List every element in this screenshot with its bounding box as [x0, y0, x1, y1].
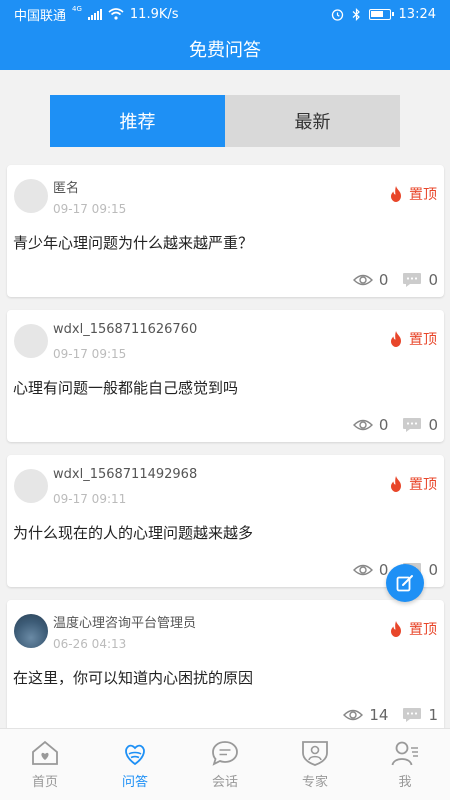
nav-label: 问答 [121, 775, 148, 790]
comment-count-value: 0 [428, 416, 438, 434]
chat-icon [212, 741, 238, 766]
post-stats: 14 1 [343, 706, 438, 724]
nav-label: 我 [398, 775, 412, 790]
post-question: 在这里，你可以知道内心困扰的原因 [13, 669, 254, 687]
pinned-badge: 置顶 [389, 184, 437, 204]
clock: 13:24 [398, 6, 436, 22]
view-count: 0 [352, 416, 389, 434]
post-card[interactable]: wdxl_1568711626760 09-17 09:15 置顶 心理有问题一… [7, 310, 444, 442]
tab-latest[interactable]: 最新 [225, 95, 400, 147]
pinned-label: 置顶 [409, 332, 437, 348]
post-question: 心理有问题一般都能自己感觉到吗 [13, 379, 239, 397]
pinned-badge: 置顶 [389, 329, 437, 349]
flame-icon [391, 476, 401, 492]
comment-count-value: 0 [428, 271, 438, 289]
post-time: 09-17 09:15 [53, 347, 127, 361]
post-card[interactable]: 温度心理咨询平台管理员 06-26 04:13 置顶 在这里，你可以知道内心困扰… [7, 600, 444, 732]
title-bar: 免费问答 [0, 28, 450, 70]
bluetooth-icon [352, 7, 360, 21]
nav-label: 专家 [301, 775, 328, 790]
eye-icon [352, 419, 373, 431]
view-count-value: 14 [369, 706, 389, 724]
eye-icon [352, 564, 373, 576]
post-user: 温度心理咨询平台管理员 [53, 616, 197, 631]
post-stats: 0 0 [352, 271, 438, 289]
avatar [14, 614, 48, 648]
comment-icon [403, 273, 422, 287]
eye-icon [343, 709, 364, 721]
post-user: wdxl_1568711492968 [53, 467, 198, 482]
view-count-value: 0 [378, 416, 389, 434]
nav-label: 首页 [31, 775, 58, 790]
eye-icon [352, 274, 373, 286]
comment-icon [403, 418, 422, 432]
tab-recommended[interactable]: 推荐 [50, 95, 225, 147]
nav-home[interactable]: 首页 [0, 729, 90, 800]
qa-icon [125, 744, 145, 766]
network-speed: 11.9K/s [129, 6, 179, 22]
pinned-label: 置顶 [409, 187, 437, 203]
alarm-icon [331, 8, 343, 21]
pinned-badge: 置顶 [389, 619, 437, 639]
comment-count: 0 [402, 271, 438, 289]
wifi-icon [108, 8, 124, 20]
tab-label: 最新 [294, 112, 331, 133]
status-bar: 中国联通 4G 11.9K/s 13:24 [0, 0, 450, 28]
nav-me[interactable]: 我 [360, 729, 450, 800]
page-title: 免费问答 [189, 40, 261, 61]
comment-count-value: 0 [428, 561, 438, 579]
tab-bar: 推荐 最新 [50, 95, 400, 147]
comment-count-value: 1 [428, 706, 438, 724]
view-count: 0 [352, 271, 389, 289]
pinned-label: 置顶 [409, 477, 437, 493]
post-user: 匿名 [53, 181, 80, 196]
carrier-label: 中国联通 [14, 8, 67, 24]
me-icon [391, 741, 418, 766]
nav-label: 会话 [211, 775, 238, 790]
pinned-label: 置顶 [409, 622, 437, 638]
battery-icon [368, 8, 394, 20]
post-question: 为什么现在的人的心理问题越来越多 [13, 524, 254, 542]
signal-icon [87, 8, 102, 20]
avatar [14, 469, 48, 503]
comment-count: 0 [402, 416, 438, 434]
post-question: 青少年心理问题为什么越来越严重？ [13, 234, 254, 252]
post-time: 06-26 04:13 [53, 637, 127, 651]
edit-icon [396, 575, 413, 592]
avatar [14, 324, 48, 358]
expert-icon [302, 741, 328, 766]
post-card[interactable]: wdxl_1568711492968 09-17 09:11 置顶 为什么现在的… [7, 455, 444, 587]
nav-expert[interactable]: 专家 [270, 729, 360, 800]
bottom-nav: 首页 问答 会话 专家 我 [0, 728, 450, 800]
flame-icon [391, 186, 401, 202]
comment-count: 1 [402, 706, 438, 724]
comment-icon [403, 708, 422, 722]
post-time: 09-17 09:15 [53, 202, 127, 216]
post-user: wdxl_1568711626760 [53, 322, 198, 337]
nav-qa[interactable]: 问答 [90, 729, 180, 800]
post-time: 09-17 09:11 [53, 492, 127, 506]
home-icon [32, 740, 58, 765]
post-card[interactable]: 匿名 09-17 09:15 置顶 青少年心理问题为什么越来越严重？ 0 0 [7, 165, 444, 297]
view-count-value: 0 [378, 271, 389, 289]
nav-chat[interactable]: 会话 [180, 729, 270, 800]
compose-button[interactable] [386, 564, 424, 602]
tab-label: 推荐 [119, 112, 156, 133]
view-count: 0 [352, 561, 388, 579]
pinned-badge: 置顶 [389, 474, 437, 494]
network-badge: 4G [72, 4, 82, 13]
view-count: 14 [343, 706, 388, 724]
post-stats: 0 0 [352, 416, 438, 434]
flame-icon [391, 621, 401, 637]
flame-icon [391, 331, 401, 347]
avatar [14, 179, 48, 213]
